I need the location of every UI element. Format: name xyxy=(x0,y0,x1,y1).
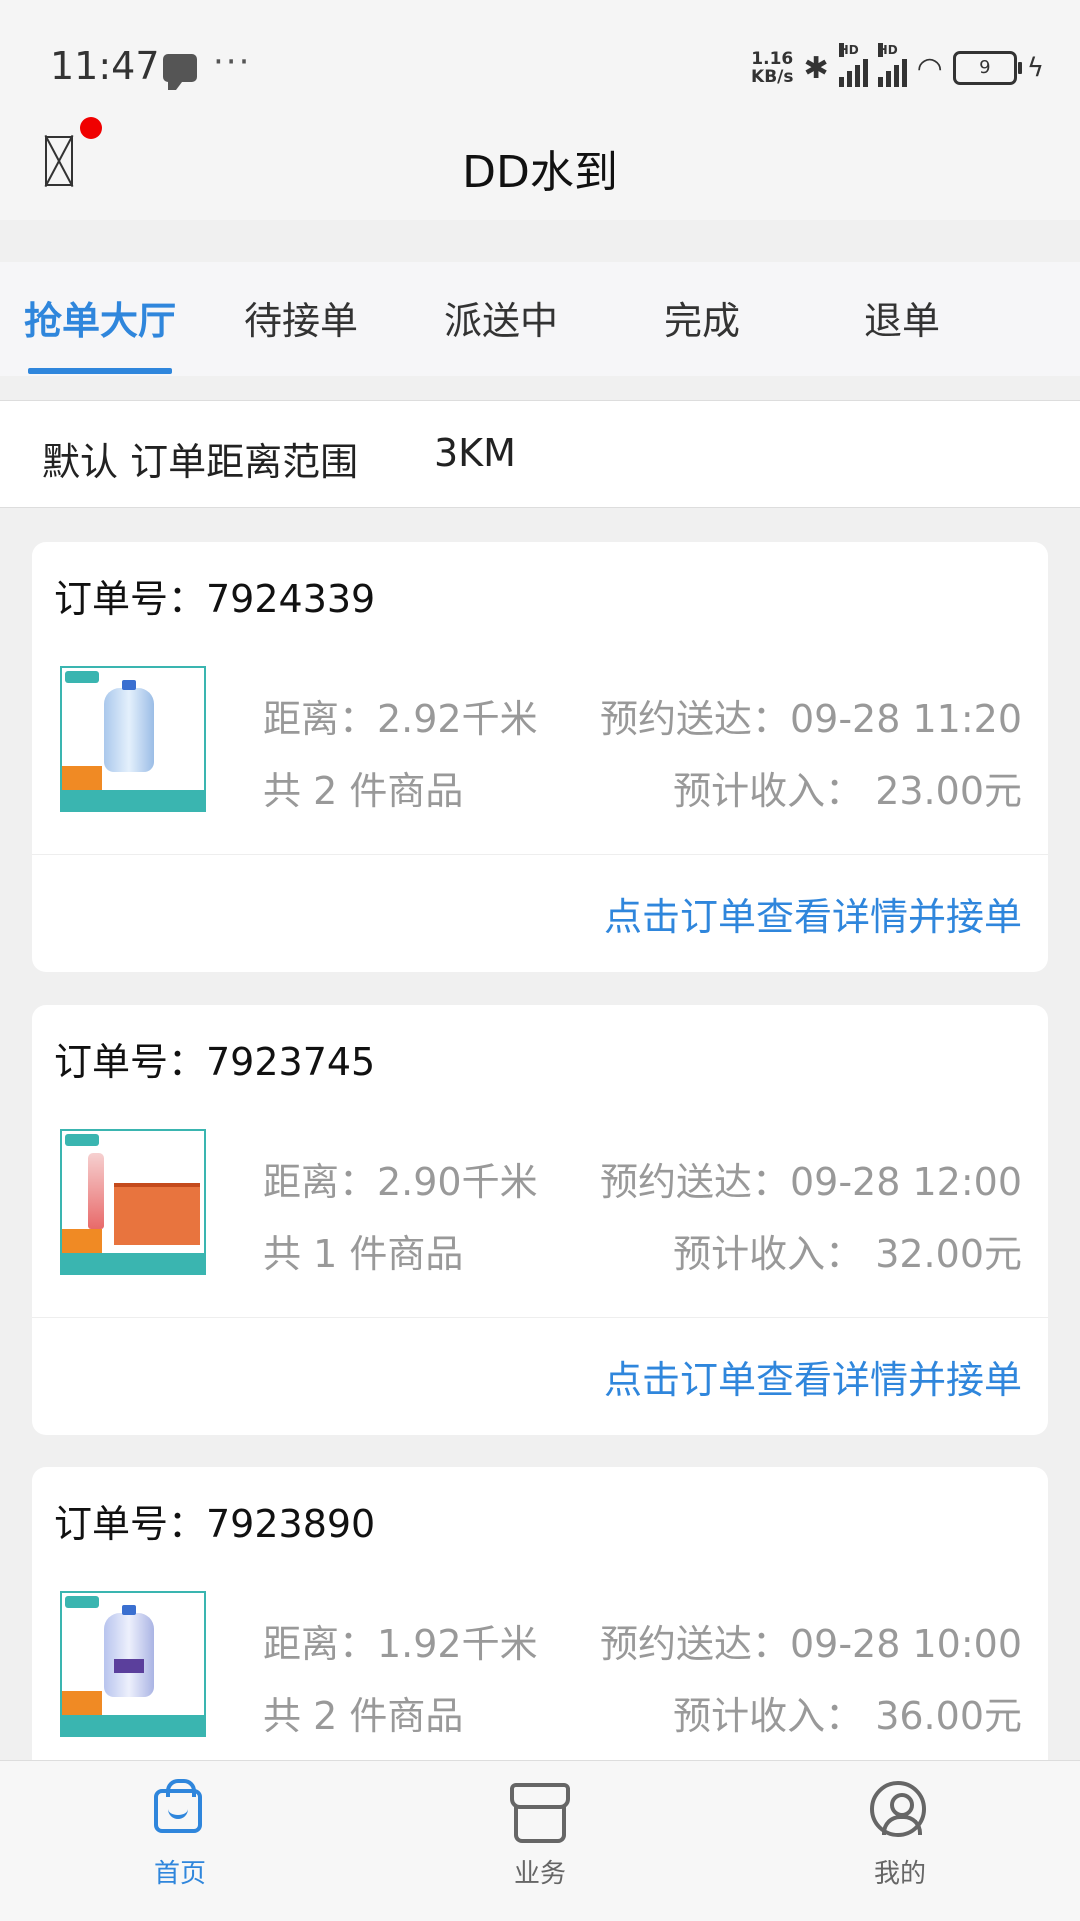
filter-label: 默认 订单距离范围 xyxy=(42,440,359,484)
case-box-icon xyxy=(114,1183,200,1245)
order-card[interactable]: 订单号：7923745 距离：2.90千米 共 1 件商品 预约送达：09-28… xyxy=(32,1005,1048,1435)
tab-delivering[interactable]: 派送中 xyxy=(444,290,558,345)
signal-icon: HD xyxy=(838,43,868,87)
tab-refund[interactable]: 退单 xyxy=(864,290,940,345)
nav-label: 业务 xyxy=(513,1859,566,1889)
signal-icon-2: HD xyxy=(877,43,907,87)
order-item-count: 共 2 件商品 xyxy=(263,769,464,813)
product-strip xyxy=(62,790,204,810)
product-thumbnail xyxy=(60,666,206,812)
wifi-icon: ◠ xyxy=(916,50,943,86)
order-distance: 距离：2.90千米 xyxy=(263,1160,538,1204)
filter-value[interactable]: 3KM xyxy=(434,431,516,475)
nav-profile[interactable]: 我的 xyxy=(820,1775,980,1890)
nav-label: 我的 xyxy=(873,1859,926,1889)
water-bottle-icon xyxy=(104,1605,154,1697)
battery-icon: 9 xyxy=(952,51,1022,85)
product-thumbnail xyxy=(60,1591,206,1737)
bottom-navigation: 首页 业务 我的 xyxy=(0,1760,1080,1921)
tab-completed[interactable]: 完成 xyxy=(664,290,740,345)
nav-home[interactable]: 首页 xyxy=(100,1775,260,1890)
order-tabs: 抢单大厅 待接单 派送中 完成 退单 xyxy=(0,262,1080,376)
card-divider xyxy=(32,854,1048,855)
order-delivery-time: 预约送达：09-28 10:00 xyxy=(599,1622,1022,1666)
order-income: 预计收入： 36.00元 xyxy=(673,1694,1022,1738)
water-bottle-icon xyxy=(104,680,154,772)
view-and-accept-link[interactable]: 点击订单查看详情并接单 xyxy=(604,886,1022,941)
more-notifications-icon: ··· xyxy=(213,42,252,82)
order-income: 预计收入： 32.00元 xyxy=(673,1232,1022,1276)
order-number: 订单号：7923890 xyxy=(54,1502,376,1546)
brand-logo xyxy=(65,1134,99,1146)
tab-pending[interactable]: 待接单 xyxy=(244,290,358,345)
store-icon xyxy=(510,1775,570,1843)
product-strip xyxy=(62,1253,204,1273)
bluetooth-icon: ✱ xyxy=(803,50,829,86)
charging-icon: ϟ xyxy=(1026,53,1044,83)
order-item-count: 共 2 件商品 xyxy=(263,1694,464,1738)
product-thumbnail xyxy=(60,1129,206,1275)
status-bar: 11:47 ··· 1.16 KB/s ✱ HD HD ◠ 9 ϟ xyxy=(0,0,1080,110)
promo-tag xyxy=(62,1229,102,1255)
small-bottle-icon xyxy=(88,1153,104,1229)
page-title: DD水到 xyxy=(462,147,618,198)
status-indicators: 1.16 KB/s ✱ HD HD ◠ 9 ϟ xyxy=(751,43,1044,88)
nav-business[interactable]: 业务 xyxy=(460,1775,620,1890)
brand-logo xyxy=(65,1596,99,1608)
battery-level: 9 xyxy=(979,57,991,78)
hd-label-2: HD xyxy=(877,43,898,57)
user-icon xyxy=(870,1775,930,1837)
order-distance: 距离：1.92千米 xyxy=(263,1622,538,1666)
order-card[interactable]: 订单号：7924339 距离：2.92千米 共 2 件商品 预约送达：09-28… xyxy=(32,542,1048,972)
order-income: 预计收入： 23.00元 xyxy=(673,769,1022,813)
promo-tag xyxy=(62,766,102,792)
hd-label: HD xyxy=(838,43,859,57)
bag-icon xyxy=(150,1775,210,1835)
order-distance: 距离：2.92千米 xyxy=(263,697,538,741)
network-speed: 1.16 KB/s xyxy=(751,49,794,87)
app-header: DD水到 xyxy=(0,110,1080,220)
order-item-count: 共 1 件商品 xyxy=(263,1232,464,1276)
card-divider xyxy=(32,1317,1048,1318)
active-tab-indicator xyxy=(28,368,172,374)
nav-label: 首页 xyxy=(153,1859,206,1889)
product-strip xyxy=(62,1715,204,1735)
order-delivery-time: 预约送达：09-28 12:00 xyxy=(599,1160,1022,1204)
brand-logo xyxy=(65,671,99,683)
status-time: 11:47 xyxy=(50,44,160,88)
order-number: 订单号：7923745 xyxy=(54,1040,376,1084)
message-icon xyxy=(163,54,197,90)
view-and-accept-link[interactable]: 点击订单查看详情并接单 xyxy=(604,1349,1022,1404)
promo-tag xyxy=(62,1691,102,1717)
order-number: 订单号：7924339 xyxy=(54,577,376,621)
order-delivery-time: 预约送达：09-28 11:20 xyxy=(599,697,1022,741)
distance-filter[interactable]: 默认 订单距离范围 3KM xyxy=(0,400,1080,508)
tab-grab-hall[interactable]: 抢单大厅 xyxy=(24,290,176,345)
